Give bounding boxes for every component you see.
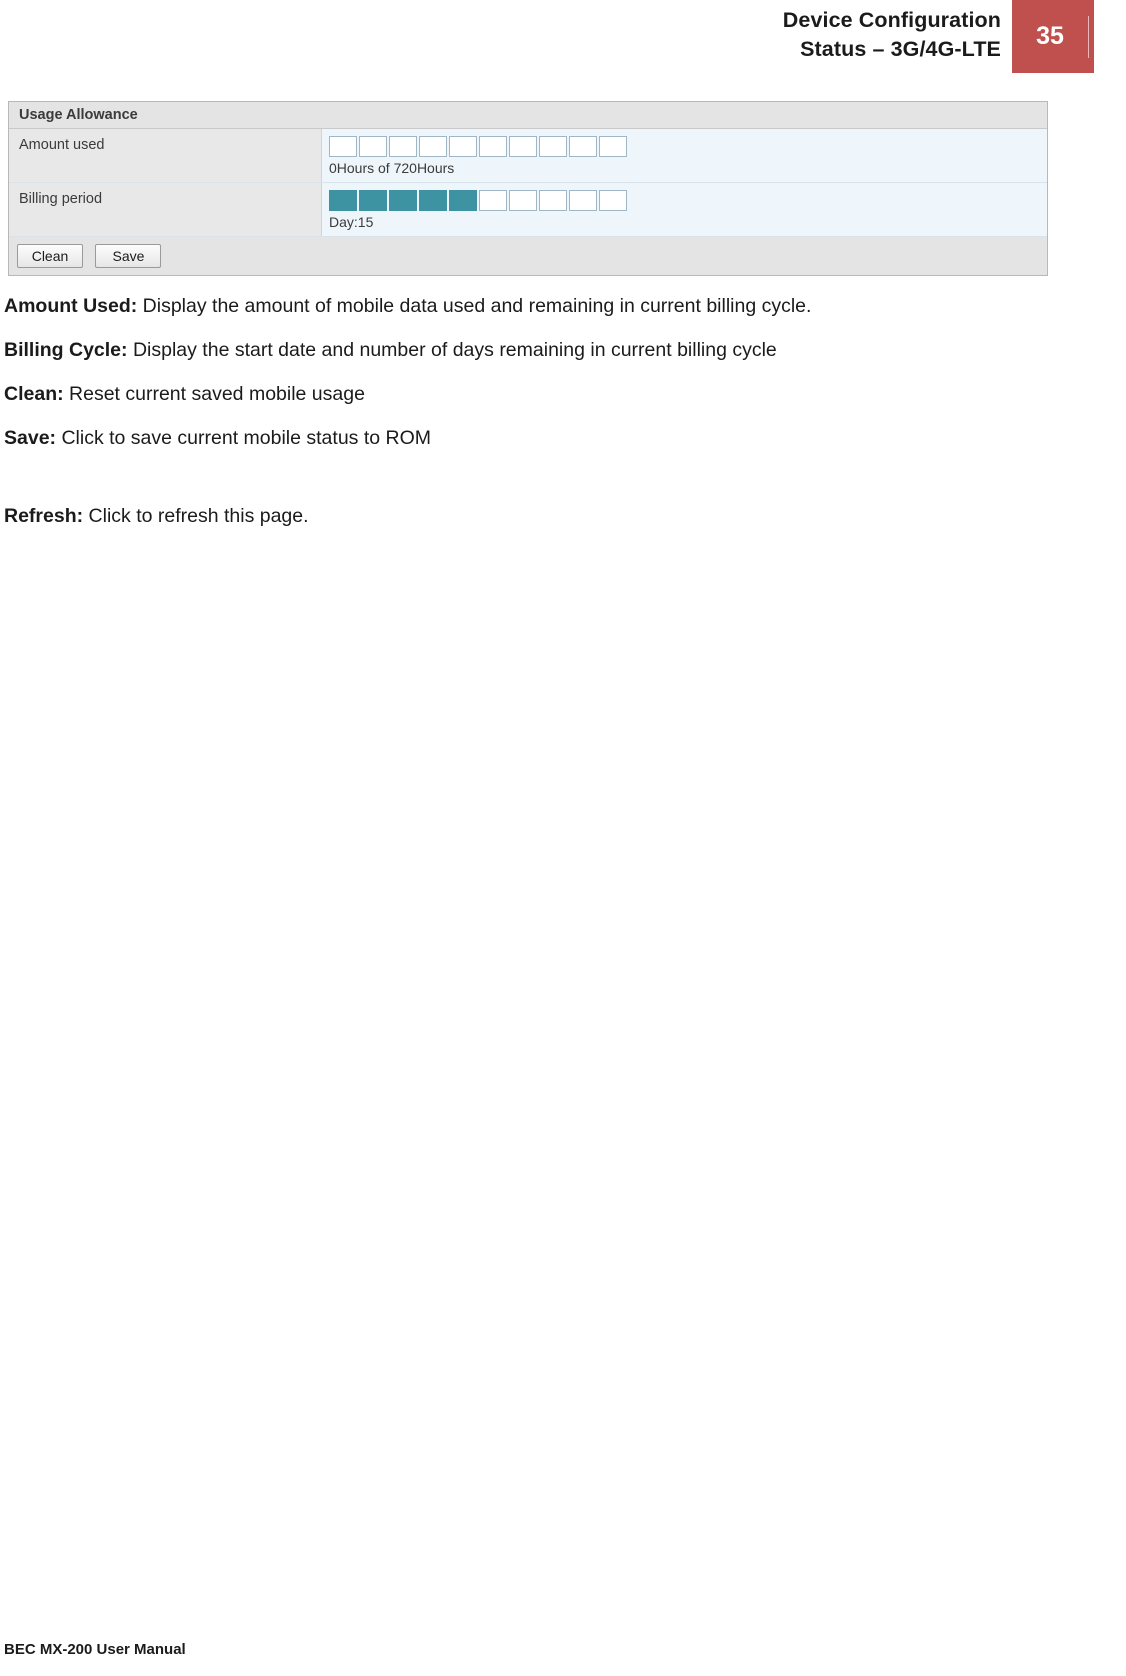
term-refresh: Refresh: [4, 505, 84, 527]
meter-block [449, 136, 477, 157]
term-clean: Clean: [4, 383, 64, 405]
meter-block [569, 136, 597, 157]
page-header: Device Configuration Status – 3G/4G-LTE … [0, 0, 1126, 82]
description-list: Amount Used: Display the amount of mobil… [4, 288, 1064, 542]
description-item-clean: Clean: Reset current saved mobile usage [4, 376, 1064, 413]
desc-billing-cycle: Display the start date and number of day… [127, 339, 777, 361]
page-number-badge: 35 [1012, 0, 1094, 73]
meter-block [569, 190, 597, 211]
row-label-billing-period: Billing period [9, 183, 322, 236]
term-save: Save: [4, 427, 57, 449]
description-item-amount-used: Amount Used: Display the amount of mobil… [4, 288, 1064, 325]
table-row: Billing period Day:15 [9, 183, 1047, 237]
page-title: Device Configuration Status – 3G/4G-LTE [783, 6, 1001, 64]
page-title-line1: Device Configuration [782, 8, 1001, 32]
meter-block [479, 136, 507, 157]
meter-block [419, 136, 447, 157]
billing-period-caption: Day:15 [329, 214, 374, 230]
meter-block [599, 136, 627, 157]
term-billing-cycle: Billing Cycle: [4, 339, 128, 361]
meter-block [389, 136, 417, 157]
save-button[interactable]: Save [95, 244, 162, 268]
desc-amount-used: Display the amount of mobile data used a… [137, 295, 812, 317]
meter-block [329, 136, 357, 157]
clean-button[interactable]: Clean [17, 244, 83, 268]
meter-block-filled [359, 190, 387, 211]
amount-used-caption: 0Hours of 720Hours [329, 160, 455, 176]
meter-block-filled [389, 190, 417, 211]
desc-refresh: Click to refresh this page. [83, 505, 309, 527]
term-amount-used: Amount Used: [4, 295, 138, 317]
meter-block-filled [449, 190, 477, 211]
meter-block-filled [329, 190, 357, 211]
meter-block [509, 136, 537, 157]
footer-text: BEC MX-200 User Manual [4, 1641, 186, 1658]
description-item-refresh: Refresh: Click to refresh this page. [4, 498, 1064, 535]
page-number: 35 [1036, 22, 1064, 50]
meter-block [479, 190, 507, 211]
table-row: Amount used 0Hours of 720Hours [9, 129, 1047, 183]
row-value-billing-period: Day:15 [322, 183, 1047, 236]
page-title-line2: Status – 3G/4G-LTE [800, 37, 1001, 61]
usage-allowance-panel: Usage Allowance Amount used 0Hours of 72… [8, 101, 1048, 276]
row-label-amount-used: Amount used [9, 129, 322, 182]
page-number-divider [1088, 16, 1089, 58]
desc-clean: Reset current saved mobile usage [63, 383, 365, 405]
row-value-amount-used: 0Hours of 720Hours [322, 129, 1047, 182]
amount-used-meter [329, 136, 1047, 157]
meter-block [539, 136, 567, 157]
panel-title: Usage Allowance [9, 102, 1047, 129]
panel-button-bar: Clean Save [9, 237, 1047, 275]
desc-save: Click to save current mobile status to R… [56, 427, 432, 449]
meter-block [539, 190, 567, 211]
meter-block [509, 190, 537, 211]
billing-period-meter [329, 190, 1047, 211]
meter-block [599, 190, 627, 211]
meter-block-filled [419, 190, 447, 211]
description-item-save: Save: Click to save current mobile statu… [4, 420, 1064, 457]
meter-block [359, 136, 387, 157]
description-item-billing-cycle: Billing Cycle: Display the start date an… [4, 332, 1064, 369]
